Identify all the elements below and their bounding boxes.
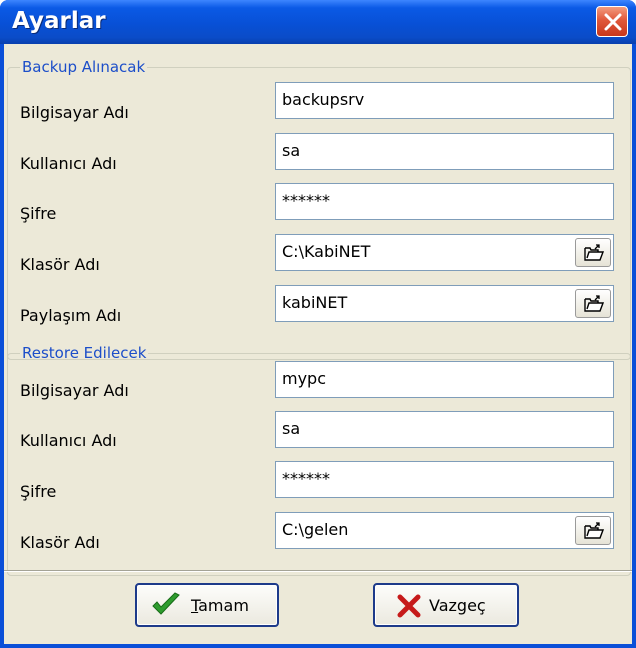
restore-computer-name-field[interactable]: mypc: [275, 361, 614, 398]
restore-password-field[interactable]: ******: [275, 461, 614, 498]
backup-share-name-field[interactable]: kabiNET: [275, 285, 614, 322]
folder-open-icon: [584, 522, 604, 539]
backup-username-label: Kullanıcı Adı: [20, 154, 117, 173]
backup-share-name-value: kabiNET: [282, 293, 348, 312]
backup-folder-browse-button[interactable]: [575, 238, 611, 267]
dialog-body: Backup Alınacak Bilgisayar Adı backupsrv…: [4, 44, 632, 644]
checkmark-icon: [152, 592, 180, 615]
restore-folder-name-value: C:\gelen: [282, 520, 349, 539]
restore-password-value: ******: [282, 469, 330, 488]
backup-share-name-label: Paylaşım Adı: [20, 306, 122, 325]
restore-folder-browse-button[interactable]: [575, 516, 611, 545]
restore-computer-name-label: Bilgisayar Adı: [20, 381, 129, 400]
settings-window: Ayarlar Backup Alınacak Bilgisayar Adı b…: [0, 0, 636, 648]
window-title: Ayarlar: [12, 8, 106, 34]
restore-username-label: Kullanıcı Adı: [20, 431, 117, 450]
title-bar[interactable]: Ayarlar: [0, 0, 636, 44]
close-icon: [604, 13, 622, 31]
cancel-button-label: Vazgeç: [429, 596, 486, 615]
restore-password-label: Şifre: [20, 482, 57, 501]
restore-computer-name-value: mypc: [282, 369, 327, 388]
backup-folder-name-label: Klasör Adı: [20, 255, 100, 274]
backup-username-value: sa: [282, 141, 301, 160]
ok-button-label-rest: amam: [198, 596, 249, 615]
restore-folder-name-label: Klasör Adı: [20, 533, 100, 552]
backup-share-browse-button[interactable]: [575, 289, 611, 318]
backup-computer-name-value: backupsrv: [282, 90, 365, 109]
backup-computer-name-field[interactable]: backupsrv: [275, 82, 614, 119]
close-button[interactable]: [596, 6, 628, 37]
ok-button[interactable]: Tamam: [135, 583, 279, 627]
backup-folder-name-value: C:\KabiNET: [282, 242, 371, 261]
x-icon: [397, 594, 421, 618]
backup-username-field[interactable]: sa: [275, 133, 614, 170]
restore-username-field[interactable]: sa: [275, 411, 614, 448]
backup-password-value: ******: [282, 191, 330, 210]
backup-password-field[interactable]: ******: [275, 183, 614, 220]
backup-group-legend: Backup Alınacak: [22, 58, 146, 76]
backup-password-label: Şifre: [20, 204, 57, 223]
backup-computer-name-label: Bilgisayar Adı: [20, 103, 129, 122]
cancel-button[interactable]: Vazgeç: [373, 583, 519, 627]
folder-open-icon: [584, 295, 604, 312]
ok-button-label: Tamam: [191, 596, 249, 615]
backup-folder-name-field[interactable]: C:\KabiNET: [275, 234, 614, 271]
restore-group-legend: Restore Edilecek: [22, 344, 147, 362]
restore-folder-name-field[interactable]: C:\gelen: [275, 512, 614, 549]
restore-username-value: sa: [282, 419, 301, 438]
separator-line-highlight: [4, 571, 632, 572]
folder-open-icon: [584, 244, 604, 261]
